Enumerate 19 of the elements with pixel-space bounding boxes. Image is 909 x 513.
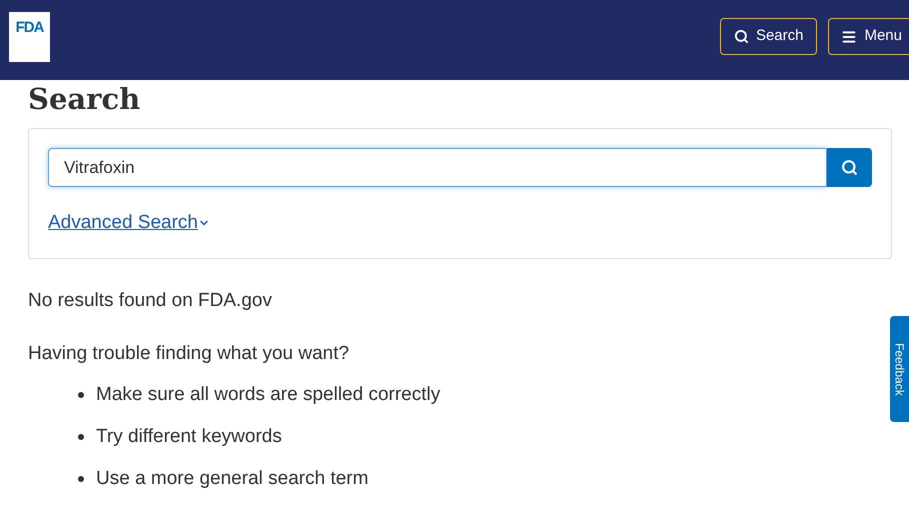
bullet-icon [78, 392, 84, 398]
tip-text: Make sure all words are spelled correctly [96, 382, 440, 406]
search-icon [841, 159, 858, 176]
tip-text: Use a more general search term [96, 466, 368, 490]
feedback-tab[interactable]: Feedback [890, 316, 909, 422]
bullet-icon [78, 434, 84, 440]
logo[interactable]: FDA [9, 12, 50, 62]
menu-icon [841, 28, 858, 44]
menu-button[interactable]: Menu [828, 18, 909, 55]
tip-text: Try different keywords [96, 424, 282, 448]
search-button[interactable]: Search [720, 18, 818, 55]
results-message: No results found on FDA.gov [28, 288, 273, 312]
search-icon [734, 29, 749, 44]
bullet-icon [78, 476, 84, 482]
advanced-search-link[interactable]: Advanced Search [48, 209, 210, 238]
search-submit-button[interactable] [827, 148, 872, 187]
help-heading: Having trouble finding what you want? [28, 342, 350, 366]
page-title: Search [28, 81, 142, 117]
search-field[interactable]: Vitrafoxin [48, 148, 827, 187]
